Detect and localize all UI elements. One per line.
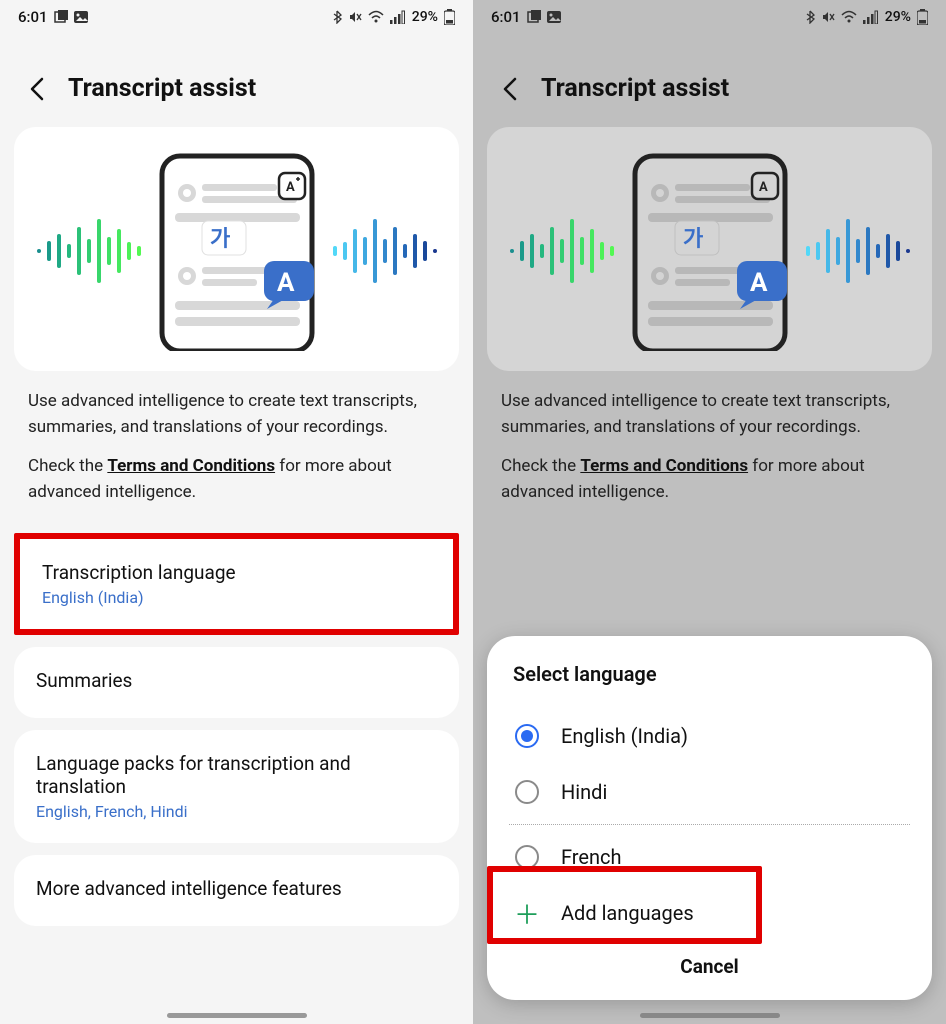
option-label: English (India) bbox=[561, 724, 688, 748]
item-subtitle: English, French, Hindi bbox=[36, 802, 437, 821]
terms-link[interactable]: Terms and Conditions bbox=[580, 456, 748, 476]
highlight-box bbox=[487, 866, 762, 944]
back-button[interactable] bbox=[497, 76, 523, 102]
status-bar: 6:01 29% bbox=[0, 0, 473, 34]
status-time: 6:01 bbox=[18, 8, 48, 26]
signal-icon bbox=[863, 10, 879, 24]
hero-illustration: A 가 A bbox=[27, 151, 447, 351]
mute-icon bbox=[348, 10, 362, 24]
image-icon bbox=[74, 10, 88, 24]
transcription-language-item[interactable]: Transcription language English (India) bbox=[14, 533, 459, 635]
separator bbox=[509, 824, 910, 825]
hero-card: A 가 A bbox=[487, 127, 932, 371]
svg-text:가: 가 bbox=[210, 227, 230, 252]
chevron-left-icon bbox=[501, 76, 519, 102]
description-2: Check the Terms and Conditions for more … bbox=[0, 454, 473, 519]
signal-icon bbox=[390, 10, 406, 24]
nav-handle[interactable] bbox=[640, 1013, 780, 1018]
battery-text: 29% bbox=[885, 9, 911, 25]
wifi-icon bbox=[368, 10, 384, 24]
status-time: 6:01 bbox=[491, 8, 521, 26]
select-language-modal: Select language English (India) Hindi Fr… bbox=[487, 636, 932, 1000]
description-1: Use advanced intelligence to create text… bbox=[473, 389, 946, 454]
item-title: Language packs for transcription and tra… bbox=[36, 752, 437, 798]
description-1: Use advanced intelligence to create text… bbox=[0, 389, 473, 454]
item-subtitle: English (India) bbox=[42, 588, 431, 607]
status-bar: 6:01 29% bbox=[473, 0, 946, 34]
cancel-button[interactable]: Cancel bbox=[509, 941, 910, 982]
image-icon bbox=[547, 10, 561, 24]
chevron-left-icon bbox=[28, 76, 46, 102]
terms-link[interactable]: Terms and Conditions bbox=[107, 456, 275, 476]
header: Transcript assist bbox=[473, 34, 946, 127]
language-option-english[interactable]: English (India) bbox=[509, 708, 910, 764]
back-button[interactable] bbox=[24, 76, 50, 102]
nav-handle[interactable] bbox=[167, 1013, 307, 1018]
item-title: Summaries bbox=[36, 669, 437, 692]
option-label: Hindi bbox=[561, 780, 607, 804]
screen-left: 6:01 29% Transcript assist bbox=[0, 0, 473, 1024]
mute-icon bbox=[821, 10, 835, 24]
header: Transcript assist bbox=[0, 34, 473, 127]
card-icon bbox=[54, 10, 68, 24]
svg-text:A: A bbox=[286, 180, 295, 195]
page-title: Transcript assist bbox=[68, 74, 256, 103]
language-option-hindi[interactable]: Hindi bbox=[509, 764, 910, 820]
wifi-icon bbox=[841, 10, 857, 24]
screen-right: 6:01 29% Transcript assist bbox=[473, 0, 946, 1024]
more-features-item[interactable]: More advanced intelligence features bbox=[14, 855, 459, 926]
item-title: Transcription language bbox=[42, 561, 431, 584]
radio-selected-icon bbox=[515, 724, 539, 748]
page-title: Transcript assist bbox=[541, 74, 729, 103]
svg-text:A: A bbox=[277, 268, 295, 298]
modal-title: Select language bbox=[509, 662, 910, 686]
battery-icon bbox=[444, 9, 455, 25]
hero-card: A 가 A bbox=[14, 127, 459, 371]
bluetooth-icon bbox=[805, 10, 815, 24]
svg-text:A: A bbox=[759, 180, 768, 195]
bluetooth-icon bbox=[332, 10, 342, 24]
hero-illustration: A 가 A bbox=[500, 151, 920, 351]
radio-unselected-icon bbox=[515, 780, 539, 804]
description-2: Check the Terms and Conditions for more … bbox=[473, 454, 946, 519]
svg-text:가: 가 bbox=[683, 227, 703, 252]
card-icon bbox=[527, 10, 541, 24]
battery-icon bbox=[917, 9, 928, 25]
svg-text:A: A bbox=[750, 268, 768, 298]
language-packs-item[interactable]: Language packs for transcription and tra… bbox=[14, 730, 459, 843]
battery-text: 29% bbox=[412, 9, 438, 25]
item-title: More advanced intelligence features bbox=[36, 877, 437, 900]
summaries-item[interactable]: Summaries bbox=[14, 647, 459, 718]
